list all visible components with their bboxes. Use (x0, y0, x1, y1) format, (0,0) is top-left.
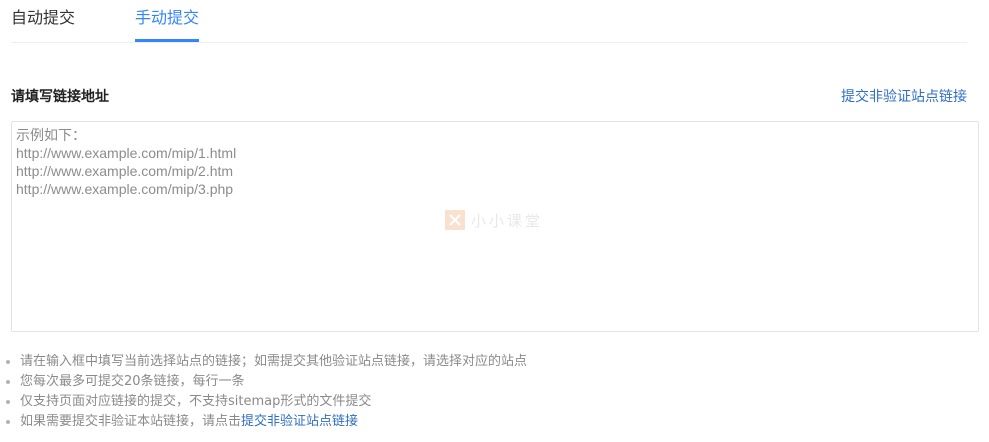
tip-text: 您每次最多可提交20条链接，每行一条 (20, 374, 245, 389)
tab-manual-submit[interactable]: 手动提交 (135, 0, 200, 42)
tip-item: 仅支持页面对应链接的提交，不支持sitemap形式的文件提交 (0, 392, 527, 412)
bullet-icon (6, 380, 10, 384)
tip-unverified-link[interactable]: 提交非验证站点链接 (241, 414, 358, 429)
tip-item: 如果需要提交非验证本站链接，请点击提交非验证站点链接 (0, 412, 527, 432)
submit-unverified-link[interactable]: 提交非验证站点链接 (841, 86, 967, 108)
tip-text: 如果需要提交非验证本站链接，请点击 (20, 414, 242, 429)
tip-text: 仅支持页面对应链接的提交，不支持sitemap形式的文件提交 (20, 394, 372, 409)
section-title: 请填写链接地址 (11, 89, 109, 105)
bullet-icon (6, 420, 10, 424)
tips-list: 请在输入框中填写当前选择站点的链接；如需提交其他验证站点链接，请选择对应的站点 … (0, 352, 527, 432)
tip-text: 请在输入框中填写当前选择站点的链接；如需提交其他验证站点链接，请选择对应的站点 (20, 354, 528, 369)
tip-item: 请在输入框中填写当前选择站点的链接；如需提交其他验证站点链接，请选择对应的站点 (0, 352, 527, 372)
tip-item: 您每次最多可提交20条链接，每行一条 (0, 372, 527, 392)
url-input[interactable] (11, 121, 979, 332)
tab-auto-submit[interactable]: 自动提交 (11, 0, 75, 41)
bullet-icon (6, 360, 10, 364)
submission-tabs: 自动提交 手动提交 (11, 0, 967, 43)
bullet-icon (6, 400, 10, 404)
